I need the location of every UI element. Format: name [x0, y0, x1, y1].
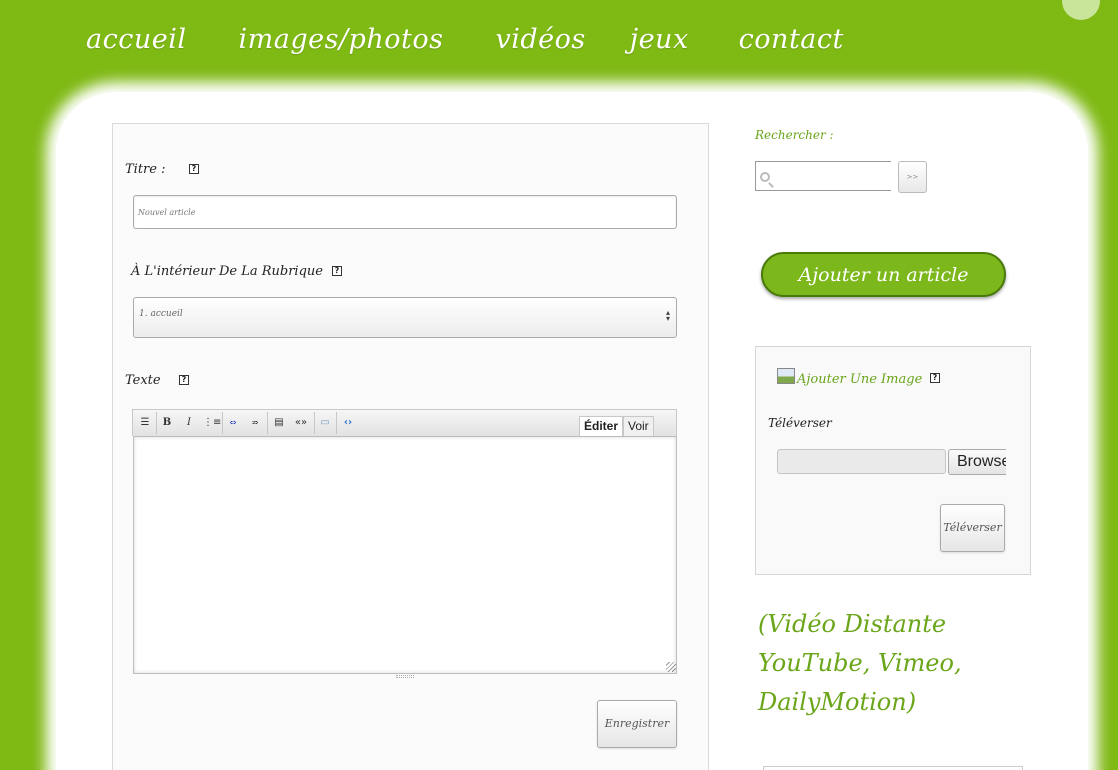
add-image-title: Ajouter Une Image [797, 372, 923, 387]
file-path-field[interactable] [777, 449, 946, 474]
quote-icon[interactable]: «» [293, 416, 309, 430]
rubrique-selected-value: 1. accueil [139, 309, 183, 319]
rubrique-label: À L'intérieur De La Rubrique [131, 264, 323, 279]
search-button[interactable]: >> [898, 161, 927, 193]
toolbar-divider [267, 412, 268, 434]
text-editor[interactable] [133, 436, 677, 674]
tab-voir[interactable]: Voir [623, 416, 654, 436]
help-icon[interactable]: ? [930, 373, 940, 383]
search-label: Rechercher : [755, 128, 834, 142]
toolbar-divider [156, 412, 157, 434]
editor-toolbar: ☰ B I ⋮≡ ⇔ ⇏ ▤ «» ▭ ‹› Éditer Voir [132, 409, 677, 436]
help-icon[interactable]: ? [332, 266, 342, 276]
list-icon[interactable]: ⋮≡ [203, 416, 221, 430]
upload-label: Téléverser [768, 416, 832, 430]
video-url-input[interactable] [763, 766, 1023, 770]
link-icon[interactable]: ⇔ [225, 416, 241, 430]
search-icon [760, 172, 770, 182]
image-icon[interactable]: ▭ [317, 416, 333, 430]
paragraph-icon[interactable]: ☰ [137, 416, 153, 430]
help-icon[interactable]: ? [189, 164, 199, 174]
editor-resize-handle[interactable] [396, 675, 414, 678]
nav-item-images-photos[interactable]: images/photos [238, 24, 443, 55]
toolbar-divider [336, 412, 337, 434]
tab-editer[interactable]: Éditer [579, 416, 624, 436]
browse-button[interactable]: Browse... [948, 449, 1006, 475]
image-icon [777, 368, 795, 384]
resize-grip-icon[interactable] [666, 662, 676, 672]
code-icon[interactable]: ‹› [340, 416, 356, 430]
corner-decoration [1062, 0, 1100, 20]
italic-button[interactable]: I [181, 416, 197, 430]
add-article-button[interactable]: Ajouter un article [761, 252, 1006, 297]
remote-video-title: (Vidéo Distante YouTube, Vimeo, DailyMot… [758, 610, 962, 716]
toolbar-divider [222, 412, 223, 434]
texte-label: Texte [125, 373, 161, 388]
help-icon[interactable]: ? [179, 375, 189, 385]
nav-item-jeux[interactable]: jeux [630, 24, 689, 55]
title-label: Titre : [125, 162, 166, 177]
align-icon[interactable]: ▤ [271, 416, 287, 430]
main-nav: accueil images/photos vidéos jeux contac… [86, 24, 894, 55]
unlink-icon[interactable]: ⇏ [247, 416, 263, 430]
upload-button[interactable]: Téléverser [940, 504, 1005, 552]
nav-item-accueil[interactable]: accueil [86, 24, 186, 55]
bold-button[interactable]: B [159, 416, 175, 430]
save-button[interactable]: Enregistrer [597, 700, 677, 748]
search-input[interactable] [755, 161, 891, 191]
nav-item-contact[interactable]: contact [739, 24, 844, 55]
select-arrows-icon: ▴ ▾ [665, 308, 670, 323]
nav-item-videos[interactable]: vidéos [495, 24, 585, 55]
title-input[interactable] [133, 195, 677, 229]
rubrique-select[interactable]: 1. accueil ▴ ▾ [133, 297, 677, 338]
toolbar-divider [314, 412, 315, 434]
